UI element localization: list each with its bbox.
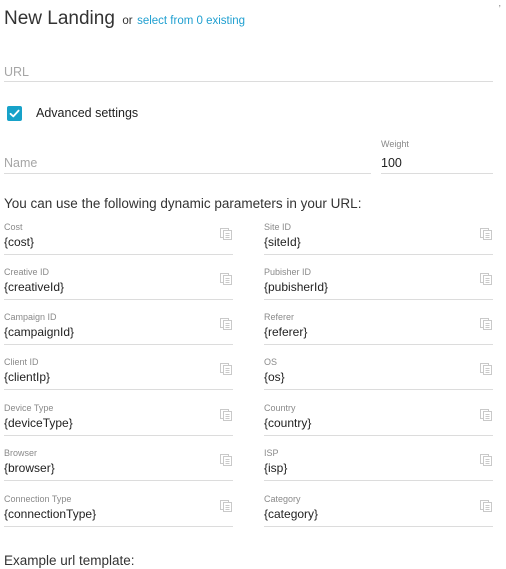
param-site-id: Site ID {siteId} — [264, 222, 493, 266]
param-category: Category {category} — [264, 494, 493, 538]
param-underline — [264, 299, 493, 300]
copy-icon[interactable] — [219, 362, 233, 376]
param-underline — [264, 254, 493, 255]
check-icon — [9, 109, 20, 118]
copy-icon[interactable] — [479, 362, 493, 376]
param-value[interactable]: {browser} — [4, 461, 55, 475]
copy-icon[interactable] — [219, 272, 233, 286]
advanced-settings-checkbox[interactable] — [7, 106, 22, 121]
param-value[interactable]: {cost} — [4, 235, 34, 249]
param-underline — [4, 526, 233, 527]
param-client-id: Client ID {clientIp} — [4, 357, 233, 401]
copy-icon[interactable] — [479, 227, 493, 241]
weight-underline — [381, 173, 493, 174]
param-value[interactable]: {creativeId} — [4, 280, 64, 294]
param-connection-type: Connection Type {connectionType} — [4, 494, 233, 538]
dynamic-params-heading: You can use the following dynamic parame… — [4, 196, 362, 211]
copy-icon[interactable] — [219, 317, 233, 331]
copy-icon[interactable] — [479, 453, 493, 467]
example-url-heading: Example url template: — [4, 553, 135, 568]
param-label: Cost — [4, 222, 23, 232]
weight-input[interactable] — [381, 155, 491, 171]
param-value[interactable]: {campaignId} — [4, 325, 74, 339]
param-value[interactable]: {category} — [264, 507, 318, 521]
param-label: Device Type — [4, 403, 54, 413]
param-label: Site ID — [264, 222, 292, 232]
param-underline — [4, 254, 233, 255]
param-underline — [264, 389, 493, 390]
param-os: OS {os} — [264, 357, 493, 401]
param-label: Campaign ID — [4, 312, 57, 322]
copy-icon[interactable] — [219, 408, 233, 422]
param-underline — [4, 480, 233, 481]
advanced-settings-label: Advanced settings — [36, 106, 139, 120]
param-underline — [264, 435, 493, 436]
param-campaign-id: Campaign ID {campaignId} — [4, 312, 233, 356]
form-header: New Landing or select from 0 existing — [4, 8, 245, 30]
corner-mark: , — [498, 0, 501, 8]
param-underline — [264, 480, 493, 481]
select-existing-link[interactable]: select from 0 existing — [137, 15, 245, 27]
param-label: ISP — [264, 448, 279, 458]
copy-icon[interactable] — [479, 408, 493, 422]
url-input[interactable] — [4, 64, 492, 80]
copy-icon[interactable] — [479, 499, 493, 513]
param-country: Country {country} — [264, 403, 493, 447]
param-isp: ISP {isp} — [264, 448, 493, 492]
param-underline — [4, 389, 233, 390]
param-label: Connection Type — [4, 494, 72, 504]
param-value[interactable]: {country} — [264, 416, 311, 430]
param-label: Browser — [4, 448, 38, 458]
copy-icon[interactable] — [479, 272, 493, 286]
param-label: OS — [264, 357, 278, 367]
url-underline — [4, 81, 493, 82]
page-title: New Landing — [4, 8, 115, 29]
param-label: Referer — [264, 312, 295, 322]
param-publisher-id: Pubisher ID {pubisherId} — [264, 267, 493, 311]
param-browser: Browser {browser} — [4, 448, 233, 492]
copy-icon[interactable] — [219, 453, 233, 467]
param-value[interactable]: {referer} — [264, 325, 307, 339]
param-underline — [264, 526, 493, 527]
param-underline — [4, 344, 233, 345]
param-value[interactable]: {os} — [264, 370, 285, 384]
param-referer: Referer {referer} — [264, 312, 493, 356]
param-underline — [4, 299, 233, 300]
param-value[interactable]: {pubisherId} — [264, 280, 328, 294]
param-label: Category — [264, 494, 301, 504]
param-value[interactable]: {connectionType} — [4, 507, 96, 521]
param-cost: Cost {cost} — [4, 222, 233, 266]
param-value[interactable]: {clientIp} — [4, 370, 50, 384]
name-underline — [4, 173, 371, 174]
param-device-type: Device Type {deviceType} — [4, 403, 233, 447]
param-value[interactable]: {siteId} — [264, 235, 301, 249]
param-value[interactable]: {isp} — [264, 461, 287, 475]
param-underline — [264, 344, 493, 345]
param-label: Country — [264, 403, 296, 413]
param-underline — [4, 435, 233, 436]
or-text: or — [122, 15, 133, 27]
copy-icon[interactable] — [219, 227, 233, 241]
param-label: Client ID — [4, 357, 39, 367]
weight-label: Weight — [381, 139, 409, 149]
param-label: Creative ID — [4, 267, 50, 277]
copy-icon[interactable] — [219, 499, 233, 513]
name-input[interactable] — [4, 155, 370, 171]
param-creative-id: Creative ID {creativeId} — [4, 267, 233, 311]
copy-icon[interactable] — [479, 317, 493, 331]
param-value[interactable]: {deviceType} — [4, 416, 73, 430]
param-label: Pubisher ID — [264, 267, 312, 277]
